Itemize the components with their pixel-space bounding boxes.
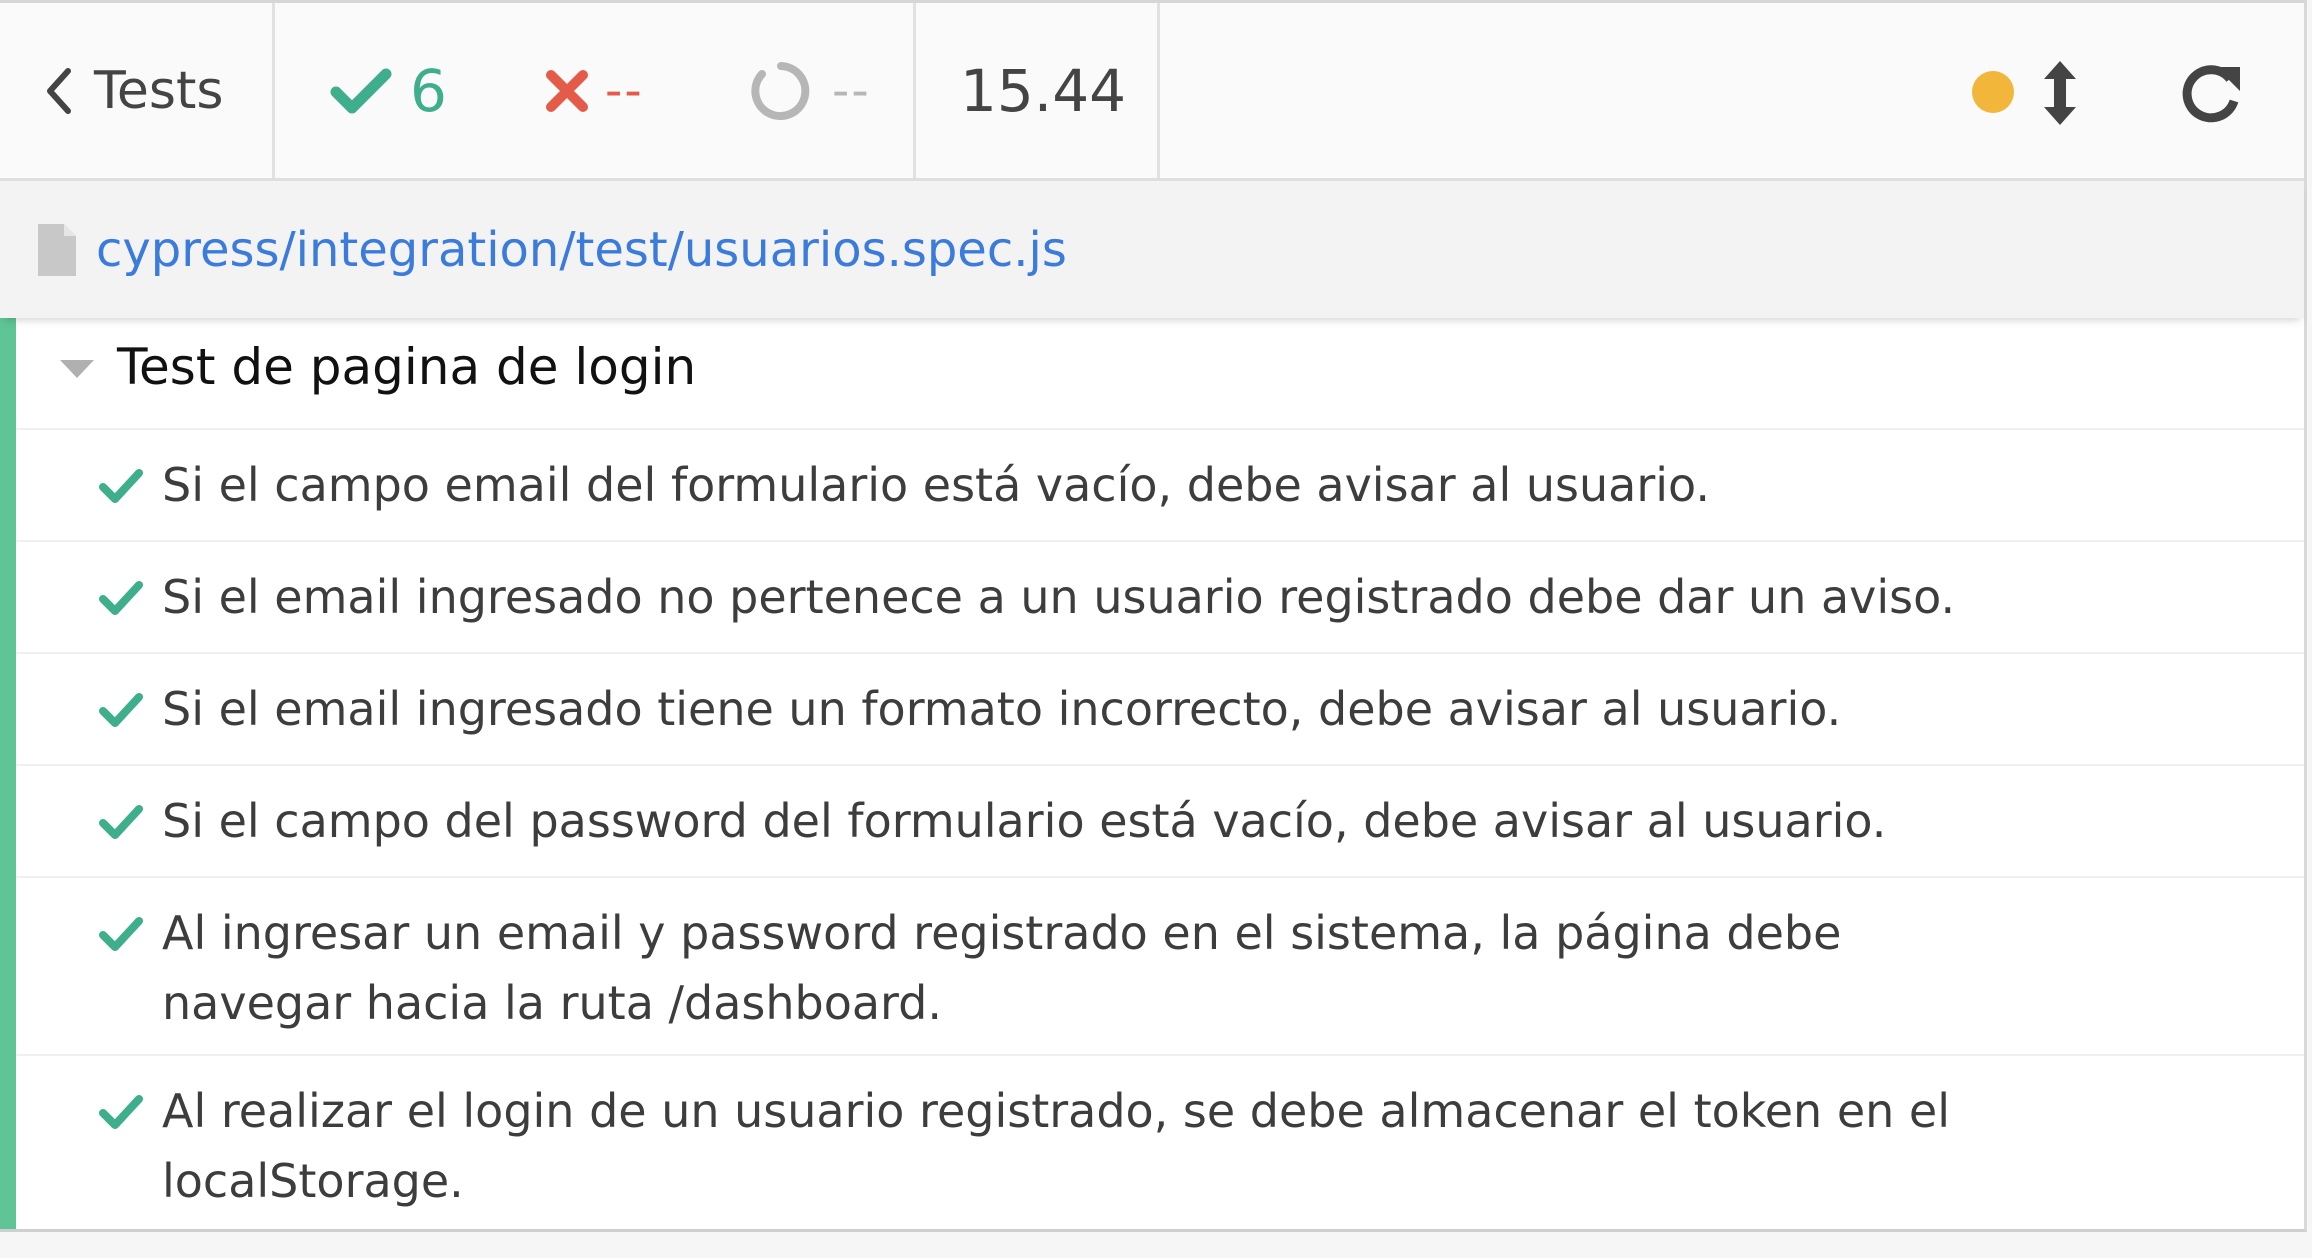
header-divider bbox=[1157, 3, 1160, 178]
check-icon bbox=[99, 469, 143, 503]
failed-count: -- bbox=[605, 62, 644, 119]
caret-down-icon bbox=[60, 360, 94, 378]
arrows-v-icon[interactable] bbox=[2042, 61, 2078, 125]
test-row[interactable]: Si el email ingresado tiene un formato i… bbox=[16, 652, 2304, 766]
passed-stat: 6 bbox=[330, 3, 447, 178]
test-row[interactable]: Al ingresar un email y password registra… bbox=[16, 876, 2304, 1056]
back-label: Tests bbox=[94, 60, 224, 121]
file-icon bbox=[38, 223, 76, 276]
test-row[interactable]: Si el campo email del formulario está va… bbox=[16, 428, 2304, 542]
reporter-panel: Tests 6 -- -- 15.44 cypress/integration/… bbox=[0, 0, 2307, 1232]
test-title: Si el campo del password del formulario … bbox=[162, 794, 1887, 848]
check-icon bbox=[330, 68, 392, 113]
suite-status-bar bbox=[0, 318, 16, 1229]
spec-file-bar: cypress/integration/test/usuarios.spec.j… bbox=[0, 181, 2304, 318]
running-status-dot bbox=[1972, 71, 2014, 113]
check-icon bbox=[99, 805, 143, 839]
spec-file-link[interactable]: cypress/integration/test/usuarios.spec.j… bbox=[96, 222, 1067, 278]
failed-stat: -- bbox=[545, 3, 644, 178]
check-icon bbox=[99, 581, 143, 615]
chevron-left-icon bbox=[47, 67, 71, 114]
pending-count: -- bbox=[832, 62, 871, 119]
check-icon bbox=[99, 693, 143, 727]
runnables-list: Test de pagina de login Si el campo emai… bbox=[0, 318, 2304, 1229]
header-divider bbox=[272, 3, 275, 178]
suite-header[interactable]: Test de pagina de login bbox=[0, 318, 2304, 428]
reporter-header: Tests 6 -- -- 15.44 bbox=[0, 3, 2304, 181]
check-icon bbox=[99, 917, 143, 951]
passed-count: 6 bbox=[410, 56, 447, 125]
duration: 15.44 bbox=[960, 56, 1127, 125]
test-title: Si el email ingresado no pertenece a un … bbox=[162, 570, 1956, 624]
test-title: Si el email ingresado tiene un formato i… bbox=[162, 682, 1842, 736]
suite-title: Test de pagina de login bbox=[117, 338, 697, 396]
x-icon bbox=[546, 69, 588, 112]
reload-icon[interactable] bbox=[2180, 61, 2244, 125]
header-divider bbox=[913, 3, 916, 178]
test-row[interactable]: Al realizar el login de un usuario regis… bbox=[16, 1054, 2304, 1236]
circle-notch-icon bbox=[751, 61, 810, 120]
back-to-tests-button[interactable]: Tests bbox=[0, 3, 272, 178]
pending-stat: -- bbox=[750, 3, 871, 178]
check-icon bbox=[99, 1095, 143, 1129]
test-title: Al ingresar un email y password registra… bbox=[162, 906, 1842, 1030]
test-title: Al realizar el login de un usuario regis… bbox=[162, 1084, 1950, 1208]
test-row[interactable]: Si el email ingresado no pertenece a un … bbox=[16, 540, 2304, 654]
test-title: Si el campo email del formulario está va… bbox=[162, 458, 1710, 512]
test-row[interactable]: Si el campo del password del formulario … bbox=[16, 764, 2304, 878]
